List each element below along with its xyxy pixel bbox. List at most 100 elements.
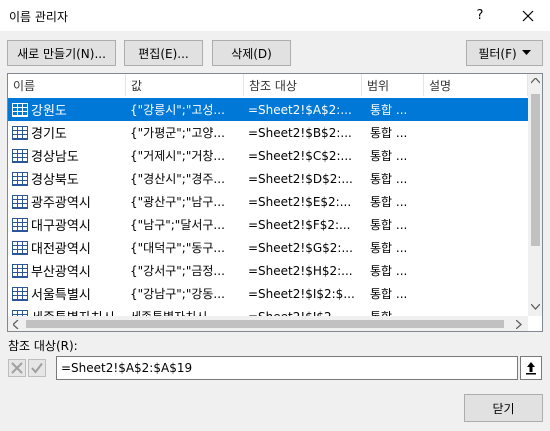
- name-text: 경상남도: [31, 150, 79, 165]
- delete-label: 삭제(D): [231, 46, 272, 61]
- name-cell: 서울특별시: [12, 282, 126, 305]
- horizontal-scrollbar[interactable]: [8, 316, 528, 331]
- refers-to-cell: =Sheet2!$D$2:...: [248, 171, 353, 186]
- scroll-left-arrow-icon[interactable]: [13, 320, 19, 329]
- name-text: 광주광역시: [31, 196, 91, 211]
- value-cell: {"남구";"달서구...: [130, 218, 225, 232]
- value-cell: {"광산구";"남구...: [130, 195, 225, 209]
- comment-cell: [428, 236, 528, 259]
- edit-label: 편집(E)...: [138, 46, 189, 61]
- table-icon: [12, 125, 28, 140]
- column-header-comment[interactable]: 설명: [424, 74, 528, 96]
- comment-cell: [428, 144, 528, 167]
- table-row[interactable]: 경상남도 {"거제시";"거창... =Sheet2!$C$2:... 통합 ...: [8, 144, 528, 167]
- value-cell: {"가평군";"고양...: [130, 126, 225, 140]
- table-icon: [12, 171, 28, 186]
- edit-button[interactable]: 편집(E)...: [124, 40, 203, 66]
- value-cell: {"강남구";"강동...: [130, 287, 225, 301]
- table-row[interactable]: 부산광역시 {"강서구";"금정... =Sheet2!$H$2:... 통합 ...: [8, 259, 528, 282]
- table-row[interactable]: 경기도 {"가평군";"고양... =Sheet2!$B$2:... 통합 ...: [8, 121, 528, 144]
- name-text: 대구광역시: [31, 219, 91, 234]
- list-header: 이름 값 참조 대상 범위 설명: [8, 74, 528, 96]
- vertical-scrollbar[interactable]: [528, 74, 542, 316]
- column-header-scope[interactable]: 범위: [362, 74, 424, 96]
- scope-cell: 통합 ...: [370, 172, 408, 186]
- table-icon: [12, 148, 28, 163]
- collapse-dialog-icon: [526, 362, 536, 375]
- scope-cell: 통합 ...: [370, 241, 408, 255]
- horizontal-scroll-thumb[interactable]: [26, 320, 504, 328]
- collapse-dialog-button[interactable]: [520, 356, 542, 380]
- name-cell: 광주광역시: [12, 190, 126, 213]
- scope-cell: 통합 ...: [370, 195, 408, 209]
- new-name-button[interactable]: 새로 만들기(N)...: [7, 40, 116, 66]
- value-cell: {"경산시";"경주...: [130, 172, 225, 186]
- comment-cell: [428, 282, 528, 305]
- names-list[interactable]: 이름 값 참조 대상 범위 설명 강원도 {"강릉시";"고성... =Sheet2…: [7, 73, 543, 332]
- column-header-refers-to-label: 참조 대상: [249, 78, 297, 93]
- table-row[interactable]: 경상북도 {"경산시";"경주... =Sheet2!$D$2:... 통합 ...: [8, 167, 528, 190]
- comment-cell: [428, 259, 528, 282]
- column-header-scope-label: 범위: [367, 78, 390, 93]
- close-button[interactable]: 닫기: [464, 394, 543, 422]
- refers-to-cell: =Sheet2!$G$2:...: [248, 240, 353, 255]
- cancel-x-icon: [11, 362, 23, 374]
- comment-cell: [428, 167, 528, 190]
- table-row[interactable]: 대전광역시 {"대덕구";"동구... =Sheet2!$G$2:... 통합 ...: [8, 236, 528, 259]
- table-icon: [12, 102, 28, 117]
- window-title: 이름 관리자: [9, 10, 69, 24]
- name-cell: 강원도: [12, 98, 126, 121]
- name-text: 부산광역시: [31, 265, 91, 280]
- column-header-value[interactable]: 값: [126, 74, 244, 96]
- table-icon: [12, 194, 28, 209]
- comment-cell: [428, 190, 528, 213]
- scope-cell: 통합 ...: [370, 218, 408, 232]
- column-header-name[interactable]: 이름: [8, 74, 126, 96]
- filter-label: 필터(F): [478, 46, 517, 61]
- name-text: 서울특별시: [31, 288, 91, 303]
- filter-button[interactable]: 필터(F): [466, 40, 543, 66]
- name-cell: 대전광역시: [12, 236, 126, 259]
- comment-cell: [428, 213, 528, 236]
- value-cell: {"강서구";"금정...: [130, 264, 225, 278]
- name-text: 경상북도: [31, 173, 79, 188]
- refers-to-value: =Sheet2!$A$2:$A$19: [61, 361, 193, 375]
- cancel-reference-button[interactable]: [8, 359, 26, 377]
- name-cell: 경기도: [12, 121, 126, 144]
- name-text: 강원도: [31, 104, 67, 119]
- scroll-down-arrow-icon[interactable]: [531, 304, 540, 310]
- column-header-refers-to[interactable]: 참조 대상: [244, 74, 362, 96]
- table-icon: [12, 286, 28, 301]
- table-icon: [12, 240, 28, 255]
- value-cell: {"거제시";"거창...: [130, 149, 225, 163]
- name-cell: 부산광역시: [12, 259, 126, 282]
- scope-cell: 통합 ...: [370, 126, 408, 140]
- table-row[interactable]: 서울특별시 {"강남구";"강동... =Sheet2!$I$2:$... 통합 ..…: [8, 282, 528, 305]
- delete-button[interactable]: 삭제(D): [212, 40, 291, 66]
- refers-to-cell: =Sheet2!$C$2:...: [248, 148, 352, 163]
- close-window-button[interactable]: [505, 0, 550, 31]
- refers-to-cell: =Sheet2!$H$2:...: [248, 263, 353, 278]
- refers-to-cell: =Sheet2!$F$2:...: [248, 217, 351, 232]
- table-row[interactable]: 광주광역시 {"광산구";"남구... =Sheet2!$E$2:... 통합 ...: [8, 190, 528, 213]
- value-cell: {"대덕구";"동구...: [130, 241, 225, 255]
- help-label: ?: [476, 8, 484, 23]
- scroll-up-arrow-icon[interactable]: [531, 78, 540, 84]
- chevron-down-icon: [521, 50, 531, 55]
- new-name-label: 새로 만들기(N)...: [17, 46, 106, 61]
- name-text: 대전광역시: [31, 242, 91, 257]
- refers-to-input[interactable]: =Sheet2!$A$2:$A$19: [56, 356, 518, 380]
- close-label: 닫기: [492, 401, 515, 416]
- table-row[interactable]: 대구광역시 {"남구";"달서구... =Sheet2!$F$2:... 통합 ...: [8, 213, 528, 236]
- help-button[interactable]: ?: [462, 0, 498, 31]
- scope-cell: 통합 ...: [370, 287, 408, 301]
- confirm-reference-button[interactable]: [28, 359, 46, 377]
- comment-cell: [428, 121, 528, 144]
- check-icon: [31, 362, 43, 374]
- name-cell: 경상남도: [12, 144, 126, 167]
- scroll-right-arrow-icon[interactable]: [516, 320, 522, 329]
- vertical-scroll-thumb[interactable]: [531, 94, 540, 246]
- name-text: 경기도: [31, 127, 67, 142]
- table-row[interactable]: 강원도 {"강릉시";"고성... =Sheet2!$A$2:... 통합 ...: [8, 98, 528, 121]
- refers-to-cell: =Sheet2!$E$2:...: [248, 194, 352, 209]
